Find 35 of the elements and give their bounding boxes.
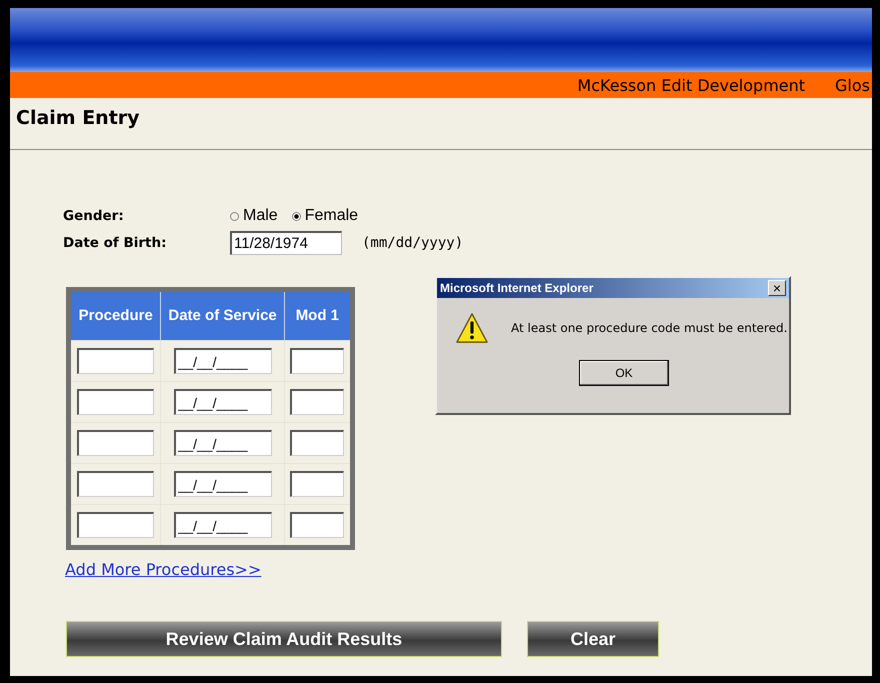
input-field[interactable] xyxy=(77,348,154,374)
column-header: Procedure xyxy=(68,290,161,340)
input-field[interactable] xyxy=(77,430,154,456)
input-field[interactable] xyxy=(290,471,344,497)
input-field[interactable] xyxy=(77,512,154,538)
input-field[interactable]: __/__/____ xyxy=(174,389,272,415)
nav-link[interactable]: Glos xyxy=(835,76,870,94)
input-field[interactable] xyxy=(290,430,344,456)
field-label: Gender: xyxy=(63,208,125,224)
input-field[interactable] xyxy=(290,389,344,415)
format-hint: (mm/dd/yyyy) xyxy=(362,235,464,251)
input-field[interactable] xyxy=(77,471,154,497)
radio-option[interactable]: Female xyxy=(292,207,358,225)
input-field[interactable] xyxy=(290,512,344,538)
input-field[interactable]: __/__/____ xyxy=(174,430,272,456)
review-button[interactable]: Review Claim Audit Results xyxy=(66,621,502,657)
radio-option[interactable]: Male xyxy=(230,207,278,225)
column-header: Mod 1 xyxy=(284,290,352,340)
input-field[interactable]: __/__/____ xyxy=(174,348,272,374)
warning-icon xyxy=(455,312,489,344)
close-button[interactable]: × xyxy=(768,280,786,296)
input-field[interactable] xyxy=(290,348,344,374)
input-field[interactable]: __/__/____ xyxy=(174,471,272,497)
input-field[interactable]: __/__/____ xyxy=(174,512,272,538)
ok-button[interactable]: OK xyxy=(579,360,669,386)
nav-link[interactable]: McKesson Edit Development xyxy=(577,76,806,94)
dialog-title: Microsoft Internet Explorer xyxy=(440,281,594,295)
clear-button[interactable]: Clear xyxy=(527,621,659,657)
field-label: Date of Birth: xyxy=(63,235,168,251)
date-field[interactable]: 11/28/1974 xyxy=(230,231,342,255)
add-procedures-link[interactable]: Add More Procedures>> xyxy=(65,560,262,579)
column-header: Date of Service xyxy=(160,290,284,340)
dialog-message: At least one procedure code must be entered. xyxy=(511,321,788,335)
input-field[interactable] xyxy=(77,389,154,415)
page-title: Claim Entry xyxy=(15,106,141,131)
